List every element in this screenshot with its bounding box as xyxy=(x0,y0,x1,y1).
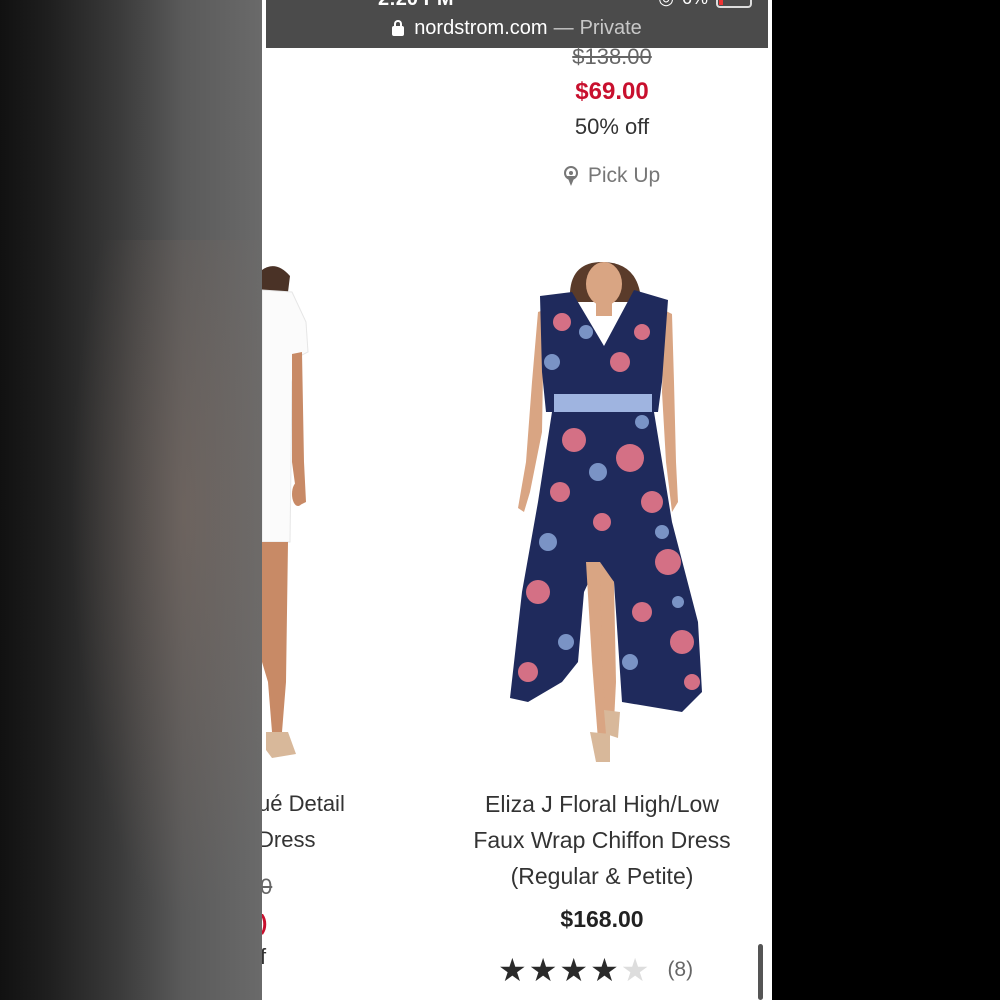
title-line2: Faux Wrap Chiffon Dress xyxy=(473,827,731,853)
battery-percent: 6% xyxy=(682,0,708,9)
main-product-image[interactable] xyxy=(502,262,712,772)
star-filled-icon: ★ xyxy=(590,951,619,989)
pickup-label: Pick Up xyxy=(587,164,661,187)
star-filled-icon: ★ xyxy=(528,951,558,989)
headphones-icon: ◎ xyxy=(658,0,674,9)
title-line1: Eliza J Floral High/Low xyxy=(485,791,719,817)
status-icons: ◎ 6% xyxy=(658,0,752,9)
star-empty-icon: ★ xyxy=(620,951,650,989)
scrollbar[interactable] xyxy=(758,944,763,1000)
star-filled-icon: ★ xyxy=(498,951,527,989)
background-right xyxy=(772,0,1000,1000)
status-time: 2:20 PM xyxy=(378,0,454,11)
left-sale-price: ) xyxy=(262,910,267,936)
private-mode-label: Private xyxy=(579,16,642,39)
sale-price: $69.00 xyxy=(575,78,649,105)
url-bar[interactable]: nordstrom.com — Private xyxy=(262,14,772,42)
review-count[interactable]: (8) xyxy=(667,958,693,982)
battery-icon xyxy=(716,0,752,8)
title-line3: (Regular & Petite) xyxy=(510,863,694,889)
left-product-image[interactable] xyxy=(262,262,372,762)
main-product-price: $168.00 xyxy=(560,906,644,932)
url-domain: nordstrom.com xyxy=(414,16,548,39)
location-pin-icon xyxy=(563,166,578,186)
discount-label: 50% off xyxy=(574,114,650,139)
rating-stars[interactable]: ★ ★ ★ ★ ★ (8) xyxy=(498,950,693,990)
browser-top-bar: 2:20 PM ◎ 6% nordstrom.com — Private xyxy=(262,0,772,48)
left-discount: f xyxy=(262,944,267,969)
pickup-option[interactable]: Pick Up xyxy=(512,164,712,188)
phone-screen[interactable]: 2:20 PM ◎ 6% nordstrom.com — Private $13… xyxy=(262,0,772,1000)
left-title-line1: ué Detail xyxy=(262,791,345,816)
background-left xyxy=(0,0,262,1000)
left-title-line2: Dress xyxy=(262,827,316,852)
left-original-price: 0 xyxy=(262,874,273,899)
original-price: $138.00 xyxy=(572,44,652,69)
url-separator: — xyxy=(553,16,574,39)
main-product-title[interactable]: Eliza J Floral High/Low Faux Wrap Chiffo… xyxy=(452,786,752,894)
star-filled-icon: ★ xyxy=(559,951,589,989)
lock-icon xyxy=(392,20,405,36)
